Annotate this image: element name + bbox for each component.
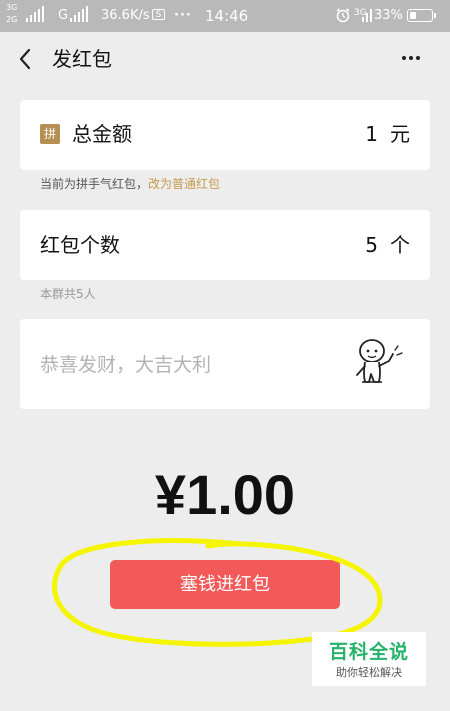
battery-icon <box>407 9 436 22</box>
switch-to-normal-link[interactable]: 改为普通红包 <box>148 177 220 191</box>
clock-time: 14:46 <box>205 7 249 25</box>
network-type-label: 3G 2G <box>6 2 17 26</box>
total-amount-value[interactable]: 1元 <box>365 124 410 144</box>
packet-count-unit: 个 <box>390 233 410 257</box>
signal-bars-icon-3 <box>362 6 372 22</box>
packet-mode-hint: 当前为拼手气红包，改为普通红包 <box>40 176 220 192</box>
battery-percent: 33% <box>374 8 403 23</box>
network-top-text: 3G <box>6 3 18 12</box>
signal-bars-icon <box>26 6 44 22</box>
status-bar: 3G 2G G 36.6K/s S ··· 14:46 3G 33% <box>0 0 450 32</box>
network-speed: 36.6K/s <box>101 8 150 23</box>
network-bottom-text: 2G <box>6 15 18 24</box>
page-title: 发红包 <box>52 47 112 71</box>
total-amount-unit: 元 <box>390 122 410 146</box>
more-dots-icon[interactable] <box>402 56 420 60</box>
greeting-input[interactable]: 恭喜发财，大吉大利 <box>40 353 211 377</box>
packet-mode-text: 当前为拼手气红包， <box>40 177 149 191</box>
submit-packet-button[interactable]: 塞钱进红包 <box>110 560 340 609</box>
watermark-logo: 百科全说 助你轻松解决 <box>312 632 426 686</box>
packet-count-label: 红包个数 <box>40 233 120 257</box>
group-member-hint: 本群共5人 <box>40 287 96 301</box>
packet-count-value[interactable]: 5个 <box>365 235 410 255</box>
nav-bar: 发红包 <box>0 32 450 86</box>
amount-display: ¥1.00 <box>154 463 296 526</box>
total-amount-label: 总金额 <box>72 122 132 146</box>
packet-count-number: 5 <box>365 233 378 257</box>
pin-badge-icon: 拼 <box>40 124 60 144</box>
back-chevron-icon[interactable] <box>16 46 36 72</box>
watermark-subtitle: 助你轻松解决 <box>336 666 402 679</box>
watermark-title: 百科全说 <box>328 641 409 663</box>
alarm-icon <box>336 8 350 23</box>
packet-count-card[interactable]: 红包个数 5个 <box>20 210 430 280</box>
more-notifications-icon: ··· <box>174 8 192 23</box>
total-amount-card[interactable]: 拼 总金额 1元 <box>20 100 430 170</box>
waving-person-icon[interactable] <box>352 336 404 392</box>
network-g-text: G <box>58 8 69 23</box>
notification-icon: S <box>152 9 165 20</box>
battery-level-fill <box>410 12 416 19</box>
signal-bars-icon-2 <box>70 6 88 22</box>
total-amount-number: 1 <box>365 122 378 146</box>
